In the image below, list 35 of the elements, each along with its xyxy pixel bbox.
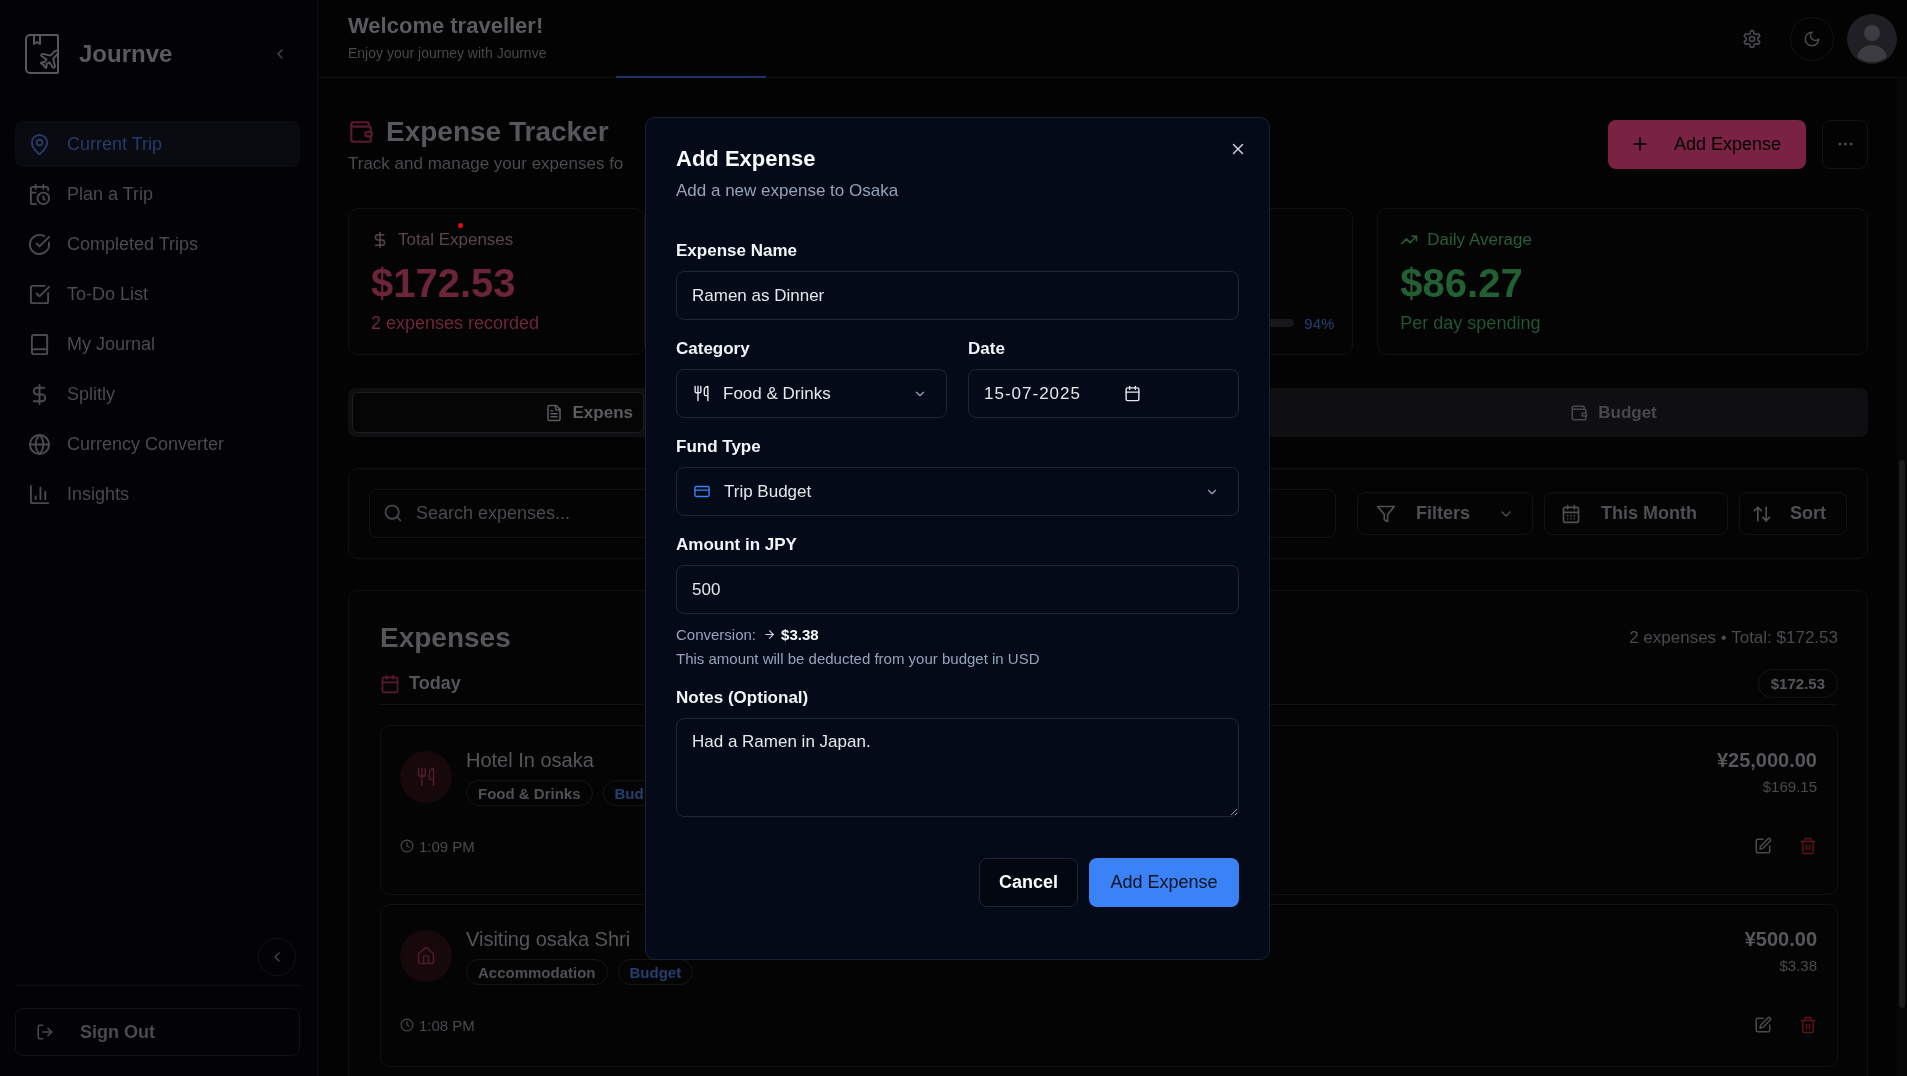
progress-reading: 94% <box>1304 314 1335 332</box>
page-title: Expense Tracker <box>386 115 609 149</box>
stat-label: Total Expenses <box>398 229 514 250</box>
group-label: Today <box>409 673 461 694</box>
field-label: Fund Type <box>676 436 762 458</box>
expenses-summary: 2 expenses • Total: $172.53 <box>1629 628 1838 648</box>
expense-amount: ¥25,000.00 <box>1716 748 1817 772</box>
dialog-subtitle: Add a new expense to Osaka <box>676 180 900 202</box>
page-subtitle: Track and manage your expenses fo <box>348 154 624 174</box>
welcome-title: Welcome traveller! <box>348 12 545 39</box>
group-total-badge: $172.53 <box>1757 669 1838 698</box>
conversion-hint: This amount will be deducted from your budget in USD <box>676 649 1041 669</box>
stat-note: Per day spending <box>1400 312 1541 334</box>
section-title: Expenses <box>380 622 511 654</box>
dialog-title: Add Expense <box>676 146 817 172</box>
converted-amount: $3.38 <box>1779 957 1817 974</box>
field-label: Expense Name <box>676 240 798 262</box>
expense-time: 1:09 PM <box>419 837 475 855</box>
field-label: Category <box>676 338 751 360</box>
field-label: Notes (Optional) <box>676 687 810 709</box>
welcome-subtitle: Enjoy your journey with Journve <box>348 44 547 61</box>
field-label: Date <box>968 338 1006 360</box>
conversion-value: $3.38 <box>781 625 819 643</box>
expense-title: Hotel In osaka <box>466 748 594 772</box>
app-name: Journve <box>79 40 173 68</box>
expense-time: 1:08 PM <box>419 1016 475 1034</box>
expense-title: Visiting osaka Shri <box>466 927 631 951</box>
field-label: Amount in JPY <box>676 534 798 556</box>
stat-note: 2 expenses recorded <box>371 312 540 334</box>
stat-value: $172.53 <box>371 260 516 306</box>
stat-label: Daily Average <box>1427 229 1532 250</box>
conversion-label: Conversion: <box>676 625 757 643</box>
stat-value: $86.27 <box>1400 260 1523 306</box>
converted-amount: $169.15 <box>1762 778 1817 795</box>
expense-amount: ¥500.00 <box>1744 927 1817 951</box>
